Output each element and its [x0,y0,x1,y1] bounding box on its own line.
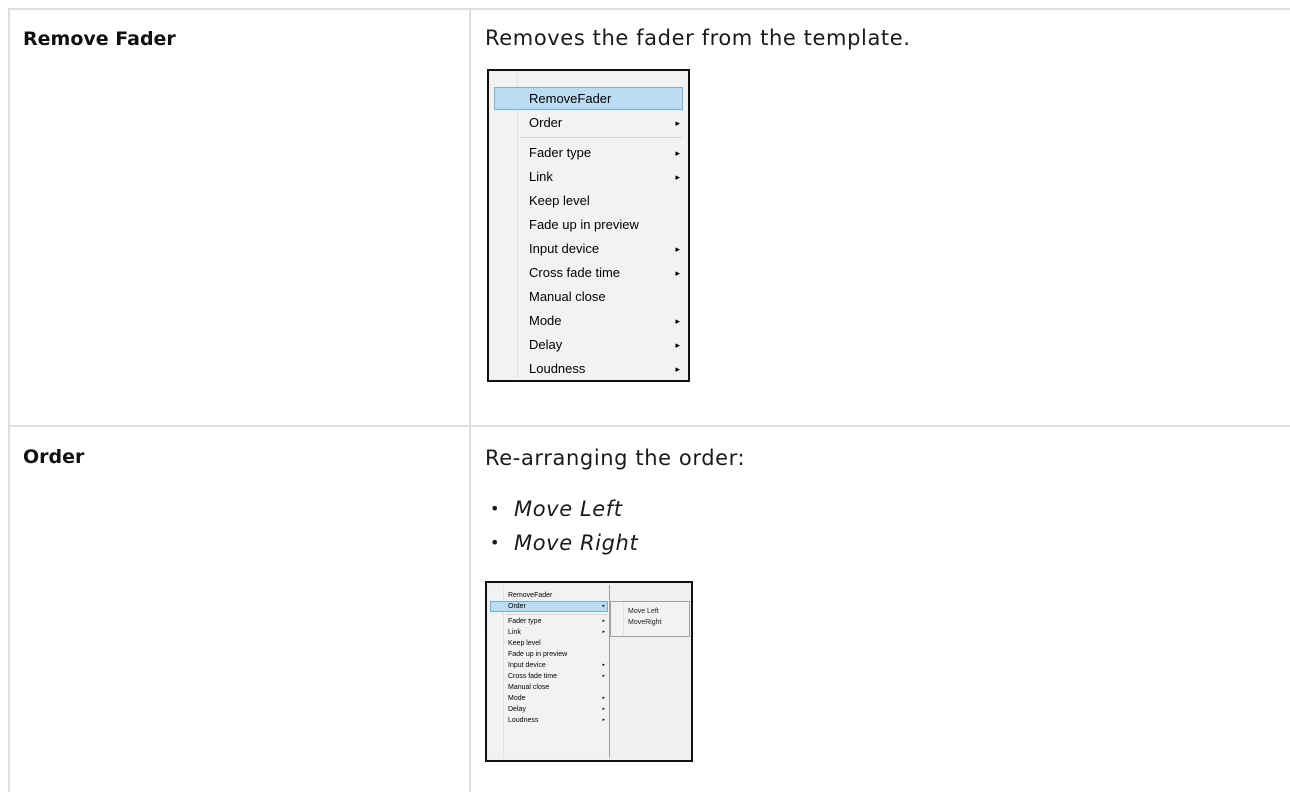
bullet-icon: • [490,533,501,552]
menu-item-label: Fade up in preview [529,217,639,232]
list-item: • Move Left [490,492,638,526]
description-remove-fader: Removes the fader from the template. [485,26,911,50]
menu-item-label: Input device [508,662,546,669]
submenu-arrow-icon: ▸ [675,316,680,326]
menu-item-label: Manual close [508,684,550,691]
submenu-arrow-icon: ▸ [602,717,605,723]
menu-item-removefader[interactable]: RemoveFader [491,87,686,111]
menu-item-loudness[interactable]: Loudness ▸ [489,715,609,726]
menu-item-fade-up-in-preview[interactable]: Fade up in preview [491,213,686,237]
menu-item-manual-close[interactable]: Manual close [489,682,609,693]
order-bullet-list: • Move Left • Move Right [490,492,638,560]
submenu-arrow-icon: ▸ [602,662,605,668]
submenu-arrow-icon: ▸ [602,603,605,609]
context-menu: RemoveFader Order ▸ Fader type ▸ Link ▸ … [491,73,686,378]
menu-item-label: Cross fade time [508,673,558,680]
context-menu-small: RemoveFader Order ▸ Fader type ▸ Link ▸ … [489,585,610,758]
menu-item-cross-fade-time[interactable]: Cross fade time ▸ [489,671,609,682]
menu-item-fader-type[interactable]: Fader type ▸ [491,141,686,165]
submenu-arrow-icon: ▸ [602,629,605,635]
menu-item-delay[interactable]: Delay ▸ [489,704,609,715]
menu-item-label: Link [529,169,553,184]
submenu-arrow-icon: ▸ [675,268,680,278]
menu-item-delay[interactable]: Delay ▸ [491,333,686,357]
menu-item-link[interactable]: Link ▸ [489,627,609,638]
menu-item-label: Keep level [529,193,590,208]
menu-item-input-device[interactable]: Input device ▸ [491,237,686,261]
submenu-item-move-left[interactable]: Move Left [628,606,659,617]
menu-item-order[interactable]: Order ▸ [489,601,609,612]
menu-item-fade-up-in-preview[interactable]: Fade up in preview [489,649,609,660]
term-remove-fader: Remove Fader [23,28,176,50]
menu-item-label: Mode [508,695,526,702]
list-item: • Move Right [490,526,638,560]
menu-item-label: Loudness [529,361,586,376]
menu-item-label: Mode [529,313,562,328]
menu-item-removefader[interactable]: RemoveFader [489,590,609,601]
submenu-arrow-icon: ▸ [675,118,680,128]
menu-item-mode[interactable]: Mode ▸ [489,693,609,704]
menu-item-label: Order [529,115,563,130]
order-submenu-screenshot: RemoveFader Order ▸ Fader type ▸ Link ▸ … [485,581,693,762]
submenu-arrow-icon: ▸ [675,244,680,254]
menu-item-label: Fader type [529,145,592,160]
submenu-arrow-icon: ▸ [675,364,680,374]
bullet-text: Move Left [514,497,623,521]
bullet-icon: • [490,499,501,518]
menu-separator [506,614,607,615]
submenu-arrow-icon: ▸ [675,340,680,350]
context-menu-screenshot: RemoveFader Order ▸ Fader type ▸ Link ▸ … [487,69,690,382]
menu-item-input-device[interactable]: Input device ▸ [489,660,609,671]
menu-item-label: Link [508,629,521,636]
menu-item-label: Input device [529,241,600,256]
menu-item-fader-type[interactable]: Fader type ▸ [489,616,609,627]
menu-separator [521,137,682,138]
menu-item-keep-level[interactable]: Keep level [491,189,686,213]
submenu-arrow-icon: ▸ [602,618,605,624]
menu-item-keep-level[interactable]: Keep level [489,638,609,649]
submenu-arrow-icon: ▸ [602,706,605,712]
submenu-arrow-icon: ▸ [602,673,605,679]
menu-icon-gutter [623,602,624,636]
description-order: Re-arranging the order: [485,446,746,470]
menu-item-label: Keep level [508,640,541,647]
submenu-item-move-right[interactable]: MoveRight [628,617,661,628]
menu-item-cross-fade-time[interactable]: Cross fade time ▸ [491,261,686,285]
bullet-text: Move Right [514,531,639,555]
menu-item-label: Manual close [529,289,606,304]
submenu-arrow-icon: ▸ [602,695,605,701]
term-order: Order [23,446,85,468]
menu-item-label: RemoveFader [529,91,612,106]
menu-item-link[interactable]: Link ▸ [491,165,686,189]
column-divider [469,8,471,792]
menu-item-label: Loudness [508,717,539,724]
menu-item-label: Order [508,603,526,610]
table-left-border [8,8,10,792]
table-top-border [8,8,1290,10]
row-divider [8,425,1290,427]
menu-item-label: Fader type [508,618,542,625]
menu-item-manual-close[interactable]: Manual close [491,285,686,309]
menu-item-label: RemoveFader [508,592,553,599]
menu-item-order[interactable]: Order ▸ [491,111,686,135]
menu-item-label: Delay [529,337,563,352]
order-submenu: Move Left MoveRight [610,601,690,637]
menu-item-label: Cross fade time [529,265,621,280]
menu-item-loudness[interactable]: Loudness ▸ [491,357,686,381]
submenu-arrow-icon: ▸ [675,172,680,182]
menu-item-label: Delay [508,706,526,713]
submenu-arrow-icon: ▸ [675,148,680,158]
menu-item-label: Fade up in preview [508,651,568,658]
menu-item-mode[interactable]: Mode ▸ [491,309,686,333]
